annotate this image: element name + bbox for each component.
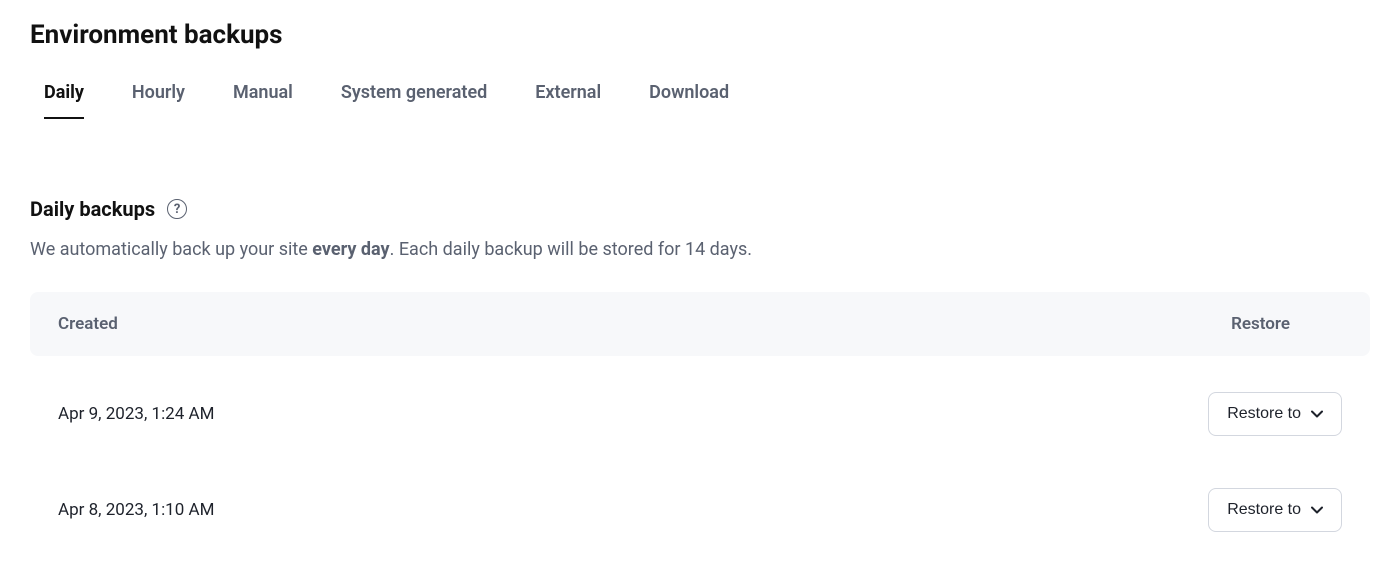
description-bold: every day xyxy=(312,239,389,260)
chevron-down-icon xyxy=(1311,506,1323,514)
restore-button-label: Restore to xyxy=(1227,501,1301,519)
backup-created-date: Apr 8, 2023, 1:10 AM xyxy=(58,500,214,520)
tab-external[interactable]: External xyxy=(535,82,601,119)
page-title: Environment backups xyxy=(30,20,1370,50)
table-header-created: Created xyxy=(58,314,118,334)
description-prefix: We automatically back up your site xyxy=(30,239,312,260)
table-header: Created Restore xyxy=(30,292,1370,356)
tab-download[interactable]: Download xyxy=(649,82,729,119)
tabs-nav: Daily Hourly Manual System generated Ext… xyxy=(30,82,1370,119)
restore-to-button[interactable]: Restore to xyxy=(1208,392,1342,436)
tab-manual[interactable]: Manual xyxy=(233,82,293,119)
table-row: Apr 8, 2023, 1:10 AM Restore to xyxy=(30,462,1370,558)
tab-hourly[interactable]: Hourly xyxy=(132,82,185,119)
backup-created-date: Apr 9, 2023, 1:24 AM xyxy=(58,404,214,424)
description-suffix: . Each daily backup will be stored for 1… xyxy=(390,239,752,260)
restore-button-label: Restore to xyxy=(1227,405,1301,423)
section-title: Daily backups xyxy=(30,197,155,221)
section-description: We automatically back up your site every… xyxy=(30,239,1370,260)
tab-daily[interactable]: Daily xyxy=(44,82,84,119)
table-row: Apr 9, 2023, 1:24 AM Restore to xyxy=(30,366,1370,462)
tab-system-generated[interactable]: System generated xyxy=(341,82,487,119)
section-header: Daily backups ? xyxy=(30,197,1370,221)
help-icon[interactable]: ? xyxy=(167,199,187,219)
restore-to-button[interactable]: Restore to xyxy=(1208,488,1342,532)
chevron-down-icon xyxy=(1311,410,1323,418)
table-header-restore: Restore xyxy=(1231,314,1342,334)
